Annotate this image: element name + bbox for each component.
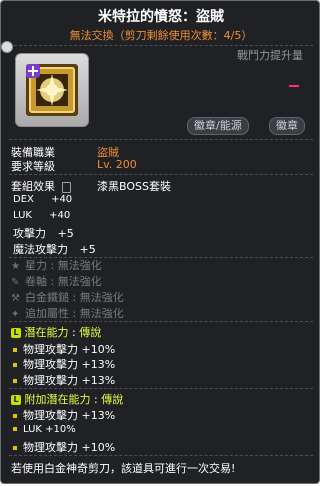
stat-row: LUK +40 xyxy=(13,210,70,221)
badge-tag: 徽章 xyxy=(269,117,305,135)
stat-name: 魔法攻擊力 xyxy=(13,243,68,256)
bullet-icon xyxy=(13,427,17,431)
potential-line: 物理攻擊力 +13% xyxy=(13,372,115,388)
divider xyxy=(9,455,313,456)
potential-line-text: 物理攻擊力 +13% xyxy=(23,358,116,371)
bonus-potential-line-text: LUK +10% xyxy=(23,424,76,435)
emblem-icon xyxy=(26,64,78,116)
divider xyxy=(9,45,313,46)
bullet-icon xyxy=(13,363,17,367)
potential-grade: 傳說 xyxy=(79,326,102,339)
disabled-label: 追加屬性 xyxy=(25,307,69,320)
item-tooltip: 米特拉的憤怒：盜賊 無法交換（剪刀剩餘使用次數：4/5） 戰鬥力提升量 徽章/能… xyxy=(0,0,320,484)
bonus-potential-header: L 附加潛在能力 : 傳說 xyxy=(11,391,123,407)
pin-icon[interactable] xyxy=(1,41,13,53)
divider xyxy=(9,174,313,175)
bonus-potential-grade: 傳說 xyxy=(101,393,124,406)
divider xyxy=(9,139,313,140)
bullet-icon xyxy=(13,446,17,450)
bullet-icon xyxy=(13,414,17,418)
stat-value: +5 xyxy=(57,227,74,240)
stat-value: +40 xyxy=(51,194,73,205)
bonus-potential-line-text: 物理攻擊力 +10% xyxy=(23,441,116,454)
stat-value: +40 xyxy=(49,210,71,221)
legendary-grade-icon: L xyxy=(11,395,21,405)
footer-note: 若使用白金神奇剪刀，該道具可進行一次交易! xyxy=(11,462,236,475)
potential-line: 物理攻擊力 +10% xyxy=(13,341,115,357)
disabled-value: 無法強化 xyxy=(79,307,124,320)
hammer-icon: ⚒ xyxy=(11,293,20,304)
set-effect-text: 套組效果 xyxy=(11,180,55,193)
flame-icon: ✦ xyxy=(11,309,20,320)
set-effect-label: 套組效果 xyxy=(11,178,71,194)
stat-row: DEX +40 xyxy=(13,194,72,205)
potential-line-text: 物理攻擊力 +10% xyxy=(23,343,116,356)
disabled-row: ✦ 追加屬性 : 無法強化 xyxy=(11,307,124,320)
disabled-value: 無法強化 xyxy=(79,291,124,304)
combat-power-label: 戰鬥力提升量 xyxy=(237,49,303,62)
disabled-row: ✎ 卷軸 : 無法強化 xyxy=(11,275,102,288)
scroll-icon: ✎ xyxy=(11,277,20,288)
item-icon xyxy=(15,53,89,127)
divider xyxy=(9,321,313,322)
disabled-label: 白金鐵鎚 xyxy=(25,291,69,304)
disabled-label: 星力 xyxy=(25,259,47,272)
badge-energy-tag: 徽章/能源 xyxy=(187,117,249,135)
stat-name: 攻擊力 xyxy=(13,227,46,240)
stat-name: LUK xyxy=(13,210,32,221)
bonus-potential-line: 物理攻擊力 +10% xyxy=(13,439,115,455)
bonus-potential-line: 物理攻擊力 +13% xyxy=(13,407,115,423)
bullet-icon xyxy=(13,348,17,352)
potential-line-text: 物理攻擊力 +13% xyxy=(23,374,116,387)
disabled-label: 卷軸 xyxy=(25,275,47,288)
set-effect-value: 漆黑BOSS套裝 xyxy=(97,180,171,193)
bullet-icon xyxy=(13,379,17,383)
divider xyxy=(9,388,313,389)
potential-title: 潛在能力 xyxy=(24,326,69,339)
bonus-potential-line: LUK +10% xyxy=(13,424,76,435)
disabled-value: 無法強化 xyxy=(57,259,102,272)
combat-power-indicator xyxy=(289,85,299,87)
disabled-value: 無法強化 xyxy=(57,275,102,288)
legendary-grade-icon: L xyxy=(11,328,21,338)
copy-icon[interactable] xyxy=(61,181,71,193)
trade-note: 無法交換（剪刀剩餘使用次數：4/5） xyxy=(69,29,253,42)
bonus-potential-title: 附加潛在能力 xyxy=(24,393,91,406)
bonus-potential-line-text: 物理攻擊力 +13% xyxy=(23,409,116,422)
stat-row: 攻擊力 +5 xyxy=(13,225,74,241)
level-label: 要求等級 xyxy=(11,160,55,173)
potential-line: 物理攻擊力 +13% xyxy=(13,356,115,372)
potential-header: L 潛在能力 : 傳說 xyxy=(11,324,101,340)
disabled-row: ⚒ 白金鐵鎚 : 無法強化 xyxy=(11,291,124,304)
stat-value: +5 xyxy=(79,243,96,256)
disabled-row: ★ 星力 : 無法強化 xyxy=(11,259,102,272)
item-title: 米特拉的憤怒：盜賊 xyxy=(98,9,224,25)
level-value: Lv. 200 xyxy=(97,158,137,171)
stat-name: DEX xyxy=(13,194,34,205)
star-icon: ★ xyxy=(11,261,20,272)
stat-row: 魔法攻擊力 +5 xyxy=(13,241,96,257)
